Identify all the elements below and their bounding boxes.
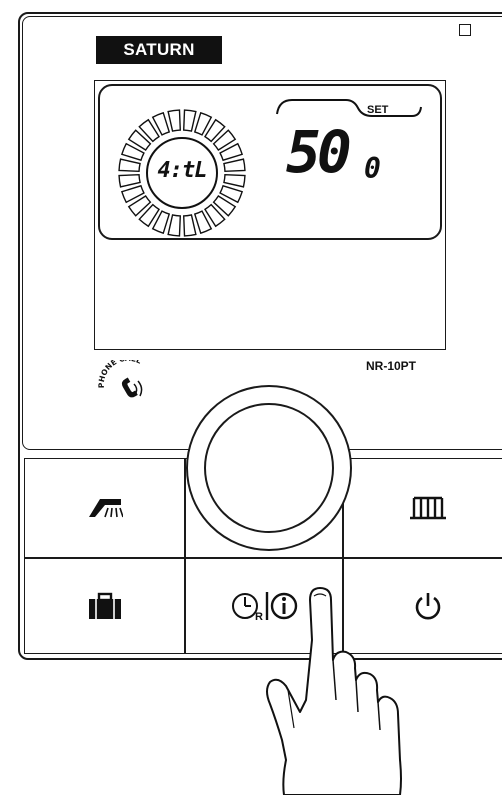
hand-pointer-icon (266, 587, 402, 795)
